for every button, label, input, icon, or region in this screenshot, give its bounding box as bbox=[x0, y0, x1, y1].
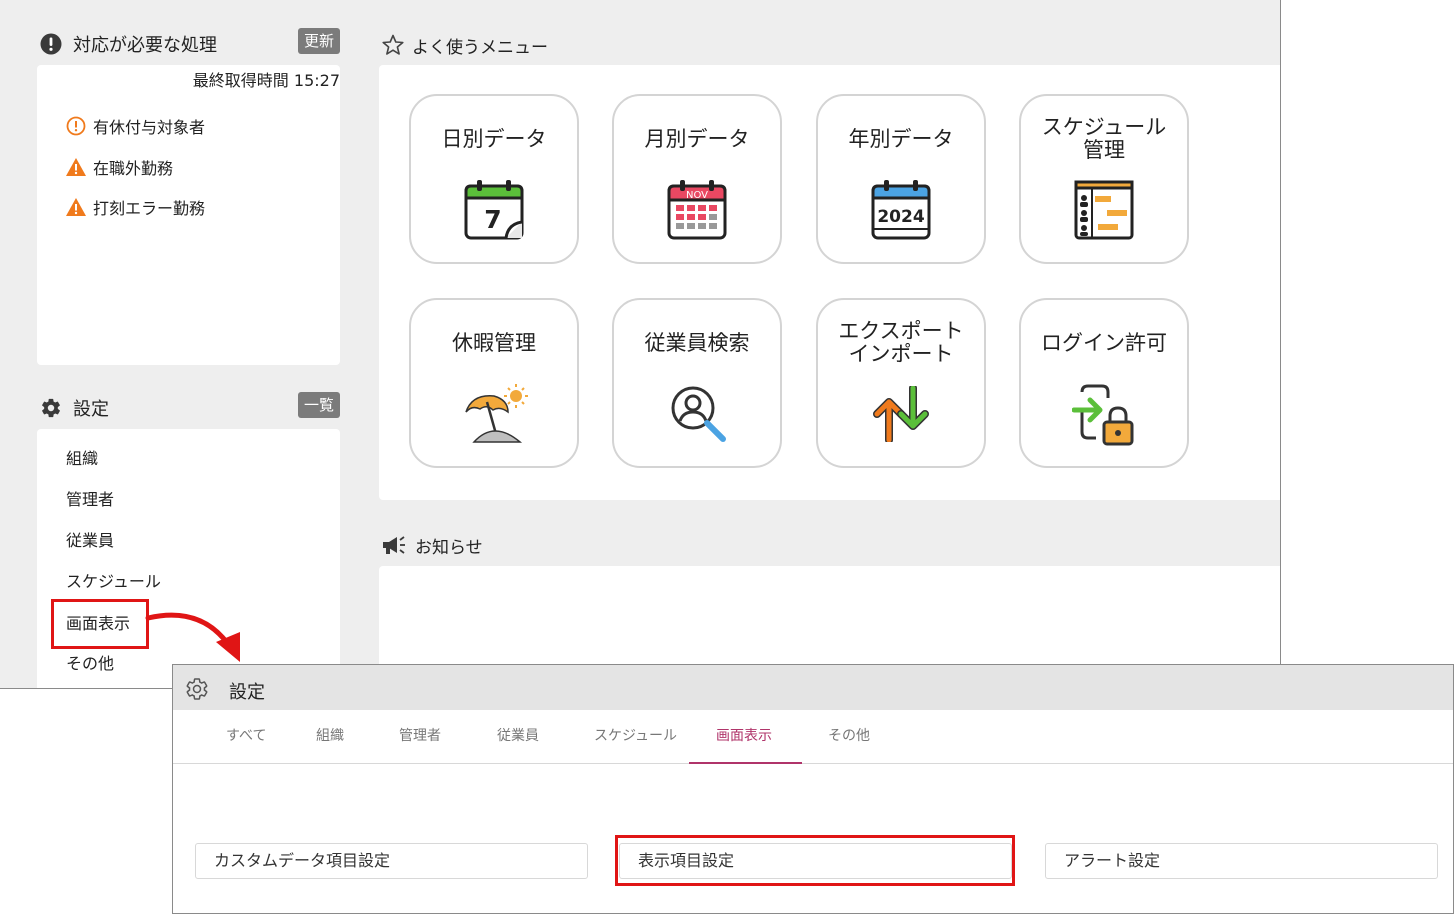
tile-label: 年別データ bbox=[848, 127, 954, 151]
settings-link-schedule[interactable]: スケジュール bbox=[66, 571, 161, 593]
export-import-arrows-icon bbox=[871, 384, 931, 446]
tile-label: ログイン許可 bbox=[1041, 331, 1167, 355]
tile-monthly-data[interactable]: 月別データ NOV bbox=[612, 94, 782, 264]
tile-daily-data[interactable]: 日別データ 7 bbox=[409, 94, 579, 264]
login-lock-icon bbox=[1071, 384, 1136, 450]
attention-panel: 最終取得時間 15:27 有休付与対象者 在職外勤務 打刻エラー勤務 bbox=[37, 65, 340, 365]
megaphone-icon bbox=[381, 534, 407, 556]
tab-employee[interactable]: 従業員 bbox=[497, 725, 539, 745]
active-tab-indicator bbox=[689, 762, 802, 764]
refresh-button[interactable]: 更新 bbox=[298, 28, 340, 54]
settings-title: 設定 bbox=[73, 399, 109, 420]
alert-item-label: 在職外勤務 bbox=[93, 159, 174, 178]
warning-triangle-icon bbox=[65, 196, 87, 218]
tab-schedule[interactable]: スケジュール bbox=[594, 725, 677, 745]
settings-link-employee[interactable]: 従業員 bbox=[66, 530, 114, 552]
tile-label: スケジュール 管理 bbox=[1041, 115, 1167, 162]
beach-umbrella-icon bbox=[460, 382, 528, 450]
tab-admin[interactable]: 管理者 bbox=[399, 725, 441, 745]
yearly-calendar-icon: 2024 bbox=[869, 178, 933, 246]
tile-label: 日別データ bbox=[441, 127, 547, 151]
alert-item-stamp-error[interactable]: 打刻エラー勤務 bbox=[65, 196, 205, 218]
settings-link-organization[interactable]: 組織 bbox=[66, 448, 98, 470]
schedule-chart-icon bbox=[1072, 178, 1136, 246]
settings-window-header: 設定 bbox=[173, 665, 1453, 710]
alert-item-paid-leave[interactable]: 有休付与対象者 bbox=[65, 115, 205, 137]
calendar-day-text: 7 bbox=[484, 205, 501, 234]
tile-label: 月別データ bbox=[644, 127, 750, 151]
tile-label: 従業員検索 bbox=[644, 331, 750, 355]
tile-export-import[interactable]: エクスポート インポート bbox=[816, 298, 986, 468]
favorites-title: よく使うメニュー bbox=[412, 37, 548, 58]
star-outline-icon bbox=[381, 33, 405, 57]
settings-header: 設定 bbox=[40, 396, 109, 420]
tab-organization[interactable]: 組織 bbox=[316, 725, 344, 745]
news-header: お知らせ bbox=[381, 533, 483, 558]
monthly-calendar-icon: NOV bbox=[665, 178, 729, 246]
settings-window-title: 設定 bbox=[229, 682, 265, 703]
pointer-arrow-icon bbox=[145, 612, 240, 662]
highlight-screen-display-link bbox=[51, 599, 149, 649]
tile-yearly-data[interactable]: 年別データ 2024 bbox=[816, 94, 986, 264]
list-button[interactable]: 一覧 bbox=[298, 392, 340, 418]
settings-link-other[interactable]: その他 bbox=[66, 653, 114, 675]
tile-leave-management[interactable]: 休暇管理 bbox=[409, 298, 579, 468]
employee-search-icon bbox=[665, 382, 729, 450]
tab-other[interactable]: その他 bbox=[828, 725, 870, 745]
tile-label: エクスポート インポート bbox=[838, 319, 964, 366]
info-circle-orange-icon bbox=[65, 115, 87, 137]
calendar-month-text: NOV bbox=[686, 190, 708, 201]
tab-screen-display[interactable]: 画面表示 bbox=[716, 725, 772, 745]
alert-item-label: 打刻エラー勤務 bbox=[93, 199, 206, 218]
daily-calendar-icon: 7 bbox=[462, 178, 526, 246]
news-title: お知らせ bbox=[415, 537, 483, 558]
tile-schedule-management[interactable]: スケジュール 管理 bbox=[1019, 94, 1189, 264]
alert-settings-button[interactable]: アラート設定 bbox=[1045, 843, 1438, 879]
favorites-panel: 日別データ 7 月別データ NOV 年別データ 2024 スケジュール 管理 休… bbox=[379, 65, 1280, 500]
tile-label: 休暇管理 bbox=[452, 331, 536, 355]
dashboard-screen: 対応が必要な処理 更新 最終取得時間 15:27 有休付与対象者 在職外勤務 打… bbox=[0, 0, 1281, 689]
alert-item-label: 有休付与対象者 bbox=[93, 118, 206, 137]
tab-all[interactable]: すべて bbox=[226, 725, 266, 745]
attention-title: 対応が必要な処理 bbox=[73, 35, 217, 56]
gear-icon bbox=[40, 397, 62, 419]
alert-item-out-of-employment[interactable]: 在職外勤務 bbox=[65, 156, 173, 178]
tab-divider bbox=[173, 763, 1453, 764]
favorites-header: よく使うメニュー bbox=[381, 33, 548, 58]
exclamation-circle-icon bbox=[40, 33, 62, 55]
warning-triangle-icon bbox=[65, 156, 87, 178]
calendar-year-text: 2024 bbox=[877, 207, 924, 227]
tile-login-permission[interactable]: ログイン許可 bbox=[1019, 298, 1189, 468]
attention-header: 対応が必要な処理 bbox=[40, 32, 217, 56]
settings-link-admin[interactable]: 管理者 bbox=[66, 489, 114, 511]
last-fetched-time: 最終取得時間 15:27 bbox=[192, 71, 340, 90]
highlight-display-item-settings bbox=[615, 835, 1015, 886]
gear-outline-icon bbox=[185, 677, 209, 701]
custom-data-item-settings-button[interactable]: カスタムデータ項目設定 bbox=[195, 843, 588, 879]
tile-employee-search[interactable]: 従業員検索 bbox=[612, 298, 782, 468]
